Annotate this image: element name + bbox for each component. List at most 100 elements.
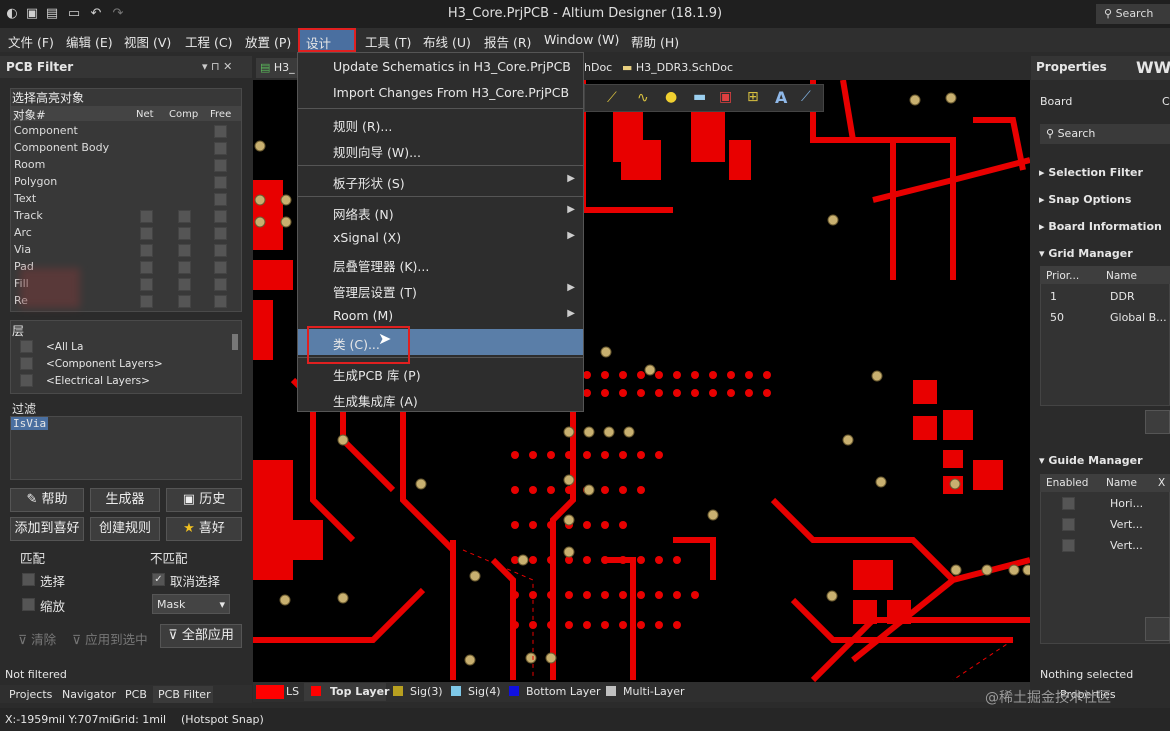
- create-rule-button[interactable]: 创建规则: [90, 517, 160, 541]
- list-item[interactable]: Room: [12, 158, 240, 175]
- layer-item[interactable]: <Electrical Layers>: [46, 375, 150, 387]
- checkbox[interactable]: [178, 210, 191, 223]
- diff-pair-icon[interactable]: ∿: [637, 90, 649, 106]
- fill-icon[interactable]: ▬: [693, 89, 706, 105]
- checkbox[interactable]: [178, 261, 191, 274]
- layer-multi[interactable]: Multi-Layer: [623, 685, 685, 698]
- menu-window[interactable]: Window (W): [544, 32, 619, 47]
- apply-selected-button[interactable]: ⊽ 应用到选中: [72, 629, 148, 648]
- grid-add-button[interactable]: [1145, 410, 1170, 434]
- layer-top[interactable]: Top Layer: [330, 685, 389, 698]
- menu-item-rules[interactable]: 规则 (R)...: [298, 111, 583, 137]
- menu-place[interactable]: 放置 (P): [245, 32, 291, 51]
- checkbox[interactable]: [140, 278, 153, 291]
- checkbox[interactable]: [140, 295, 153, 308]
- zoom-checkbox[interactable]: [22, 598, 35, 611]
- checkbox[interactable]: [1062, 497, 1075, 510]
- doc-tab-sch[interactable]: hDoc: [584, 61, 612, 74]
- checkbox[interactable]: [20, 340, 33, 353]
- panel-pin-close-icon[interactable]: ▾ ⊓ ✕: [202, 60, 232, 73]
- table-cell[interactable]: Hori...: [1110, 497, 1143, 510]
- checkbox[interactable]: [140, 227, 153, 240]
- text-icon[interactable]: A: [775, 88, 787, 107]
- checkbox[interactable]: [214, 210, 227, 223]
- tab-pcb-filter[interactable]: PCB Filter: [153, 686, 213, 703]
- table-cell[interactable]: Global B...: [1110, 311, 1167, 324]
- doc-tab-ddr3[interactable]: ▬ H3_DDR3.SchDoc: [622, 61, 733, 74]
- checkbox[interactable]: [20, 374, 33, 387]
- checkbox[interactable]: [214, 227, 227, 240]
- checkbox[interactable]: [214, 176, 227, 189]
- via-icon[interactable]: ●: [665, 89, 677, 105]
- menu-item-make-int-lib[interactable]: 生成集成库 (A): [298, 386, 583, 412]
- table-cell[interactable]: Vert...: [1110, 518, 1143, 531]
- checkbox[interactable]: [214, 159, 227, 172]
- checkbox[interactable]: [214, 142, 227, 155]
- section-selection-filter[interactable]: ▸ Selection Filter: [1039, 166, 1143, 179]
- apply-all-button[interactable]: ⊽ 全部应用: [160, 624, 242, 648]
- menu-tools[interactable]: 工具 (T): [365, 32, 411, 51]
- favorites-button[interactable]: ★ 喜好: [166, 517, 242, 541]
- list-item[interactable]: Component: [12, 124, 240, 141]
- layer-sig3[interactable]: Sig(3): [410, 685, 443, 698]
- properties-search[interactable]: ⚲ Search: [1040, 124, 1170, 144]
- line-icon[interactable]: ⟋: [801, 89, 811, 105]
- scrollbar[interactable]: [232, 334, 238, 350]
- tab-projects[interactable]: Projects: [9, 688, 52, 701]
- checkbox[interactable]: [178, 278, 191, 291]
- table-cell[interactable]: 1: [1050, 290, 1057, 303]
- checkbox[interactable]: [140, 261, 153, 274]
- tab-pcb[interactable]: PCB: [125, 688, 147, 701]
- checkbox[interactable]: [178, 295, 191, 308]
- menu-item-rule-wizard[interactable]: 规则向导 (W)...: [298, 137, 583, 163]
- section-snap-options[interactable]: ▸ Snap Options: [1039, 193, 1131, 206]
- table-cell[interactable]: 50: [1050, 311, 1064, 324]
- list-item[interactable]: Polygon: [12, 175, 240, 192]
- layer-item[interactable]: <Component Layers>: [46, 358, 163, 370]
- menu-item-update-schematics[interactable]: Update Schematics in H3_Core.PrjPCB: [298, 54, 583, 80]
- checkbox[interactable]: [214, 244, 227, 257]
- layer-sig4[interactable]: Sig(4): [468, 685, 501, 698]
- builder-button[interactable]: 生成器: [90, 488, 160, 512]
- section-grid-manager[interactable]: ▾ Grid Manager: [1039, 247, 1133, 260]
- menu-file[interactable]: 文件 (F): [8, 32, 54, 51]
- checkbox[interactable]: [20, 357, 33, 370]
- table-cell[interactable]: DDR: [1110, 290, 1135, 303]
- mask-select[interactable]: Mask ▾: [152, 594, 230, 614]
- list-item[interactable]: Via: [12, 243, 240, 260]
- history-button[interactable]: ▣ 历史: [166, 488, 242, 512]
- filter-query-text[interactable]: IsVia: [11, 417, 49, 430]
- menu-item-manage-layers[interactable]: 管理层设置 (T) ▶: [298, 277, 583, 303]
- menu-item-import-changes[interactable]: Import Changes From H3_Core.PrjPCB: [298, 80, 583, 106]
- layer-ls[interactable]: LS: [286, 685, 299, 698]
- region-icon[interactable]: ▣: [719, 89, 732, 105]
- section-board-information[interactable]: ▸ Board Information: [1039, 220, 1162, 233]
- tab-navigator[interactable]: Navigator: [62, 688, 116, 701]
- menu-item-netlist[interactable]: 网络表 (N) ▶: [298, 199, 583, 225]
- checkbox[interactable]: [214, 295, 227, 308]
- list-item[interactable]: Arc: [12, 226, 240, 243]
- checkbox[interactable]: [1062, 518, 1075, 531]
- list-item[interactable]: Component Body: [12, 141, 240, 158]
- checkbox[interactable]: [1062, 539, 1075, 552]
- menu-item-xsignal[interactable]: xSignal (X) ▶: [298, 225, 583, 251]
- menu-edit[interactable]: 编辑 (E): [66, 32, 113, 51]
- add-favorite-button[interactable]: 添加到喜好: [10, 517, 84, 541]
- table-cell[interactable]: Vert...: [1110, 539, 1143, 552]
- section-guide-manager[interactable]: ▾ Guide Manager: [1039, 454, 1143, 467]
- deselect-checkbox[interactable]: ✓: [152, 573, 165, 586]
- help-button[interactable]: ✎ 帮助: [10, 488, 84, 512]
- menu-reports[interactable]: 报告 (R): [484, 32, 531, 51]
- checkbox[interactable]: [214, 193, 227, 206]
- checkbox[interactable]: [178, 244, 191, 257]
- menu-design[interactable]: 设计 (D): [298, 28, 356, 67]
- clear-button[interactable]: ⊽ 清除: [18, 629, 56, 648]
- dimension-icon[interactable]: ⊞: [747, 89, 759, 105]
- menu-project[interactable]: 工程 (C): [185, 32, 232, 51]
- checkbox[interactable]: [214, 125, 227, 138]
- checkbox[interactable]: [214, 278, 227, 291]
- menu-help[interactable]: 帮助 (H): [631, 32, 679, 51]
- layer-bottom[interactable]: Bottom Layer: [526, 685, 601, 698]
- checkbox[interactable]: [140, 244, 153, 257]
- checkbox[interactable]: [178, 227, 191, 240]
